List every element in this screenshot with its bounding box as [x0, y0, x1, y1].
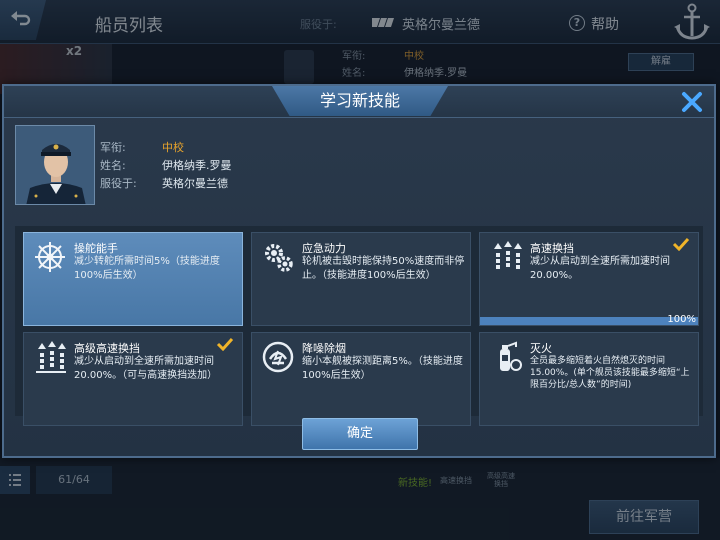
- skill-name: 灭火: [530, 342, 552, 355]
- confirm-button[interactable]: 确定: [302, 418, 418, 450]
- officer-portrait: [15, 125, 95, 205]
- officer-name-label: 姓名:: [100, 159, 126, 172]
- skill-name: 应急动力: [302, 242, 346, 255]
- skill-description: 轮机被击毁时能保持50%速度而非停止。（技能进度100%后生效）: [302, 256, 465, 281]
- officer-rank-label: 军衔:: [100, 141, 126, 154]
- skill-description: 减少从启动到全速所需加速时间20.00%。（可与高速换挡迭加）: [74, 356, 218, 381]
- skill-card-stealth[interactable]: 降噪除烟 缩小本舰被探测距离5%。（技能进度100%后生效）: [251, 332, 471, 426]
- skill-card-firefighting[interactable]: 灭火 全员最多缩短着火自然熄灭的时间15.00%。(单个舰员该技能最多缩短“上限…: [479, 332, 699, 426]
- skill-card-speed-shift[interactable]: 高速换挡 减少从启动到全速所需加速时间20.00%。 100%: [479, 232, 699, 326]
- skill-card-advanced-speed-shift[interactable]: 高级高速换挡 减少从启动到全速所需加速时间20.00%。（可与高速换挡迭加）: [23, 332, 243, 426]
- skill-description: 减少转舵所需时间5%（技能进度100%后生效）: [74, 256, 220, 281]
- skill-progress-fill: [480, 317, 698, 325]
- helm-icon: [35, 242, 65, 272]
- officer-ship-label: 服役于:: [100, 177, 137, 190]
- gears-icon: [265, 244, 293, 272]
- skill-card-helm[interactable]: 操舵能手 减少转舵所需时间5%（技能进度100%后生效）: [23, 232, 243, 326]
- skill-description: 减少从启动到全速所需加速时间20.00%。: [530, 256, 670, 281]
- skill-progress-bar: [480, 317, 698, 325]
- skill-name: 高速换挡: [530, 242, 574, 255]
- dialog-title: 学习新技能: [272, 86, 448, 116]
- speed-icon: [494, 241, 522, 269]
- stealth-icon: [262, 341, 294, 373]
- skill-progress-label: 100%: [667, 314, 696, 325]
- extinguisher-icon: [500, 341, 522, 371]
- close-icon[interactable]: [680, 90, 704, 114]
- skill-name: 操舵能手: [74, 242, 118, 255]
- officer-rank-value: 中校: [162, 141, 184, 154]
- skill-name: 高级高速换挡: [74, 342, 140, 355]
- skill-description: 全员最多缩短着火自然熄灭的时间15.00%。(单个舰员该技能最多缩短“上限百分比…: [530, 356, 690, 390]
- officer-avatar-icon: [16, 126, 94, 204]
- skills-grid: 操舵能手 减少转舵所需时间5%（技能进度100%后生效） 应急动力 轮机被击毁时…: [15, 226, 703, 426]
- officer-name-value: 伊格纳季.罗曼: [162, 159, 232, 172]
- skill-card-emergency-power[interactable]: 应急动力 轮机被击毁时能保持50%速度而非停止。（技能进度100%后生效）: [251, 232, 471, 326]
- learned-check-icon: [672, 237, 690, 251]
- skill-name: 降噪除烟: [302, 342, 346, 355]
- officer-ship-value: 英格尔曼兰德: [162, 177, 228, 190]
- speed-advanced-icon: [36, 341, 66, 373]
- learn-skill-dialog: 学习新技能 军衔: 中校 姓名: 伊格纳季.罗曼 服役于: 英格尔曼兰德 操舵能…: [2, 84, 716, 458]
- skill-description: 缩小本舰被探测距离5%。（技能进度100%后生效）: [302, 356, 463, 381]
- learned-check-icon: [216, 337, 234, 351]
